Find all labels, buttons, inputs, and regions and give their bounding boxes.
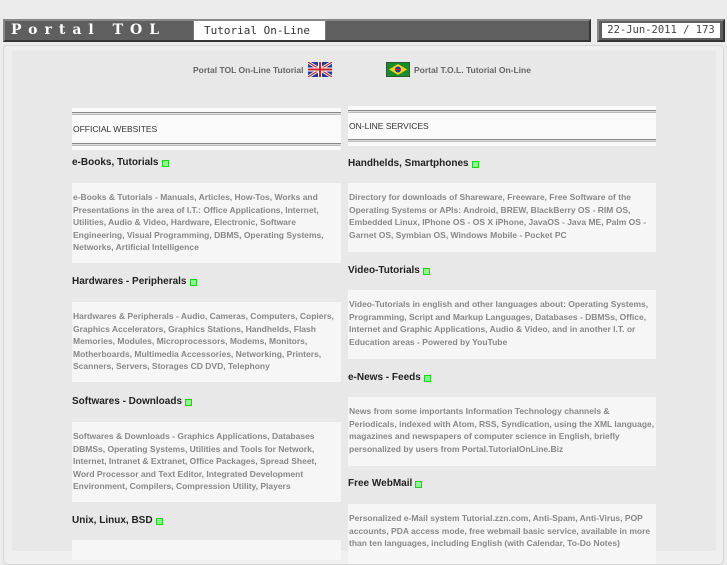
external-link-icon (423, 375, 431, 382)
category-link[interactable]: Video-Tutorials (348, 265, 656, 276)
external-link-icon (415, 481, 423, 488)
portuguese-link[interactable]: Portal T.O.L. Tutorial On-Line (386, 62, 531, 77)
category-description: Softwares & Downloads - Graphics Applica… (72, 422, 341, 502)
external-link-icon (155, 518, 163, 525)
category-link[interactable]: e-Books, Tutorials (72, 157, 341, 168)
section-title: ON-LINE SERVICES (349, 121, 429, 131)
category-link[interactable]: Free WebMail (348, 478, 656, 489)
external-link-icon (471, 161, 479, 168)
official-websites-header: OFFICIAL WEBSITES (72, 108, 341, 150)
portuguese-link-label: Portal T.O.L. Tutorial On-Line (414, 64, 531, 75)
category-title: Hardwares - Peripherals (72, 276, 187, 287)
date-counter: 22-Jun-2011 / 173 (597, 19, 725, 42)
site-logo[interactable]: Portal TOL (5, 21, 188, 40)
category-link[interactable]: Softwares - Downloads (72, 396, 341, 407)
english-link-label: Portal TOL On-Line Tutorial (193, 64, 304, 75)
category-description (72, 540, 341, 560)
category-link[interactable]: e-News - Feeds (348, 372, 656, 383)
category-title: Free WebMail (348, 478, 413, 489)
external-link-icon (189, 279, 197, 286)
category-description: Directory for downloads of Shareware, Fr… (348, 183, 656, 252)
external-link-icon (161, 160, 169, 167)
category-title: Unix, Linux, BSD (72, 515, 153, 526)
site-tagline: Tutorial On-Line (193, 21, 326, 40)
category-title: Video-Tutorials (348, 265, 420, 276)
category-title: e-News - Feeds (348, 372, 421, 383)
date-counter-text: 22-Jun-2011 / 173 (602, 23, 720, 38)
category-link[interactable]: Handhelds, Smartphones (348, 158, 656, 169)
category-description: e-Books & Tutorials - Manuals, Articles,… (72, 183, 341, 263)
category-description: News from some importants Information Te… (348, 397, 656, 466)
category-link[interactable]: Hardwares - Peripherals (72, 276, 341, 287)
category-description: Personalized e-Mail system Tutorial.zzn.… (348, 504, 656, 564)
category-description: Hardwares & Peripherals - Audio, Cameras… (72, 302, 341, 382)
category-description: Video-Tutorials in english and other lan… (348, 290, 656, 359)
external-link-icon (185, 399, 193, 406)
brazil-flag-icon (386, 62, 410, 77)
external-link-icon (422, 268, 430, 275)
section-title: OFFICIAL WEBSITES (73, 124, 158, 134)
category-title: Softwares - Downloads (72, 396, 183, 407)
category-link[interactable]: Unix, Linux, BSD (72, 515, 341, 526)
english-link[interactable]: Portal TOL On-Line Tutorial (193, 62, 332, 77)
uk-flag-icon (307, 62, 332, 77)
category-title: Handhelds, Smartphones (348, 158, 469, 169)
category-title: e-Books, Tutorials (72, 157, 159, 168)
online-services-header: ON-LINE SERVICES (348, 106, 656, 146)
